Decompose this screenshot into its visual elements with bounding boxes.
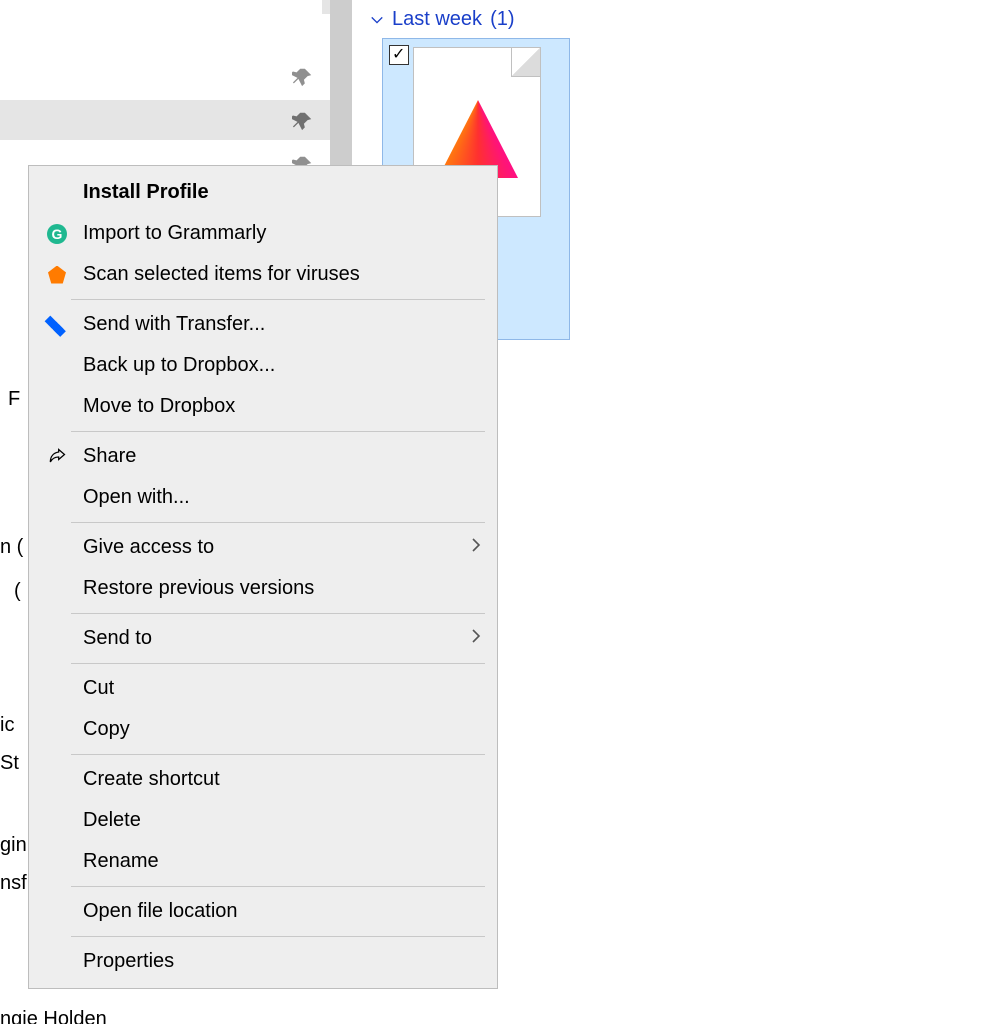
truncated-text: nsf: [0, 872, 27, 895]
menu-separator: [71, 613, 485, 614]
chevron-right-icon: [471, 627, 481, 650]
avast-icon: [43, 263, 71, 287]
blank-icon: [43, 577, 71, 601]
menu-scan-viruses[interactable]: Scan selected items for viruses: [31, 254, 495, 295]
pin-icon: [292, 66, 314, 88]
menu-label: Send with Transfer...: [83, 313, 481, 336]
menu-open-with[interactable]: Open with...: [31, 477, 495, 518]
menu-separator: [71, 936, 485, 937]
menu-send-to[interactable]: Send to: [31, 618, 495, 659]
truncated-text: n (: [0, 536, 23, 559]
menu-label: Share: [83, 445, 481, 468]
menu-label: Install Profile: [83, 181, 481, 204]
grammarly-icon: G: [43, 222, 71, 246]
menu-label: Import to Grammarly: [83, 222, 481, 245]
menu-label: Back up to Dropbox...: [83, 354, 481, 377]
group-header-label: Last week: [392, 8, 482, 31]
menu-share[interactable]: Share: [31, 436, 495, 477]
group-header-count: (1): [490, 8, 514, 31]
menu-separator: [71, 522, 485, 523]
blank-icon: [43, 900, 71, 924]
dropbox-icon: [43, 313, 71, 337]
menu-install-profile[interactable]: Install Profile: [31, 172, 495, 213]
menu-create-shortcut[interactable]: Create shortcut: [31, 759, 495, 800]
menu-label: Open file location: [83, 900, 481, 923]
menu-backup-dropbox[interactable]: Back up to Dropbox...: [31, 345, 495, 386]
nav-row-selected[interactable]: [0, 100, 330, 140]
menu-cut[interactable]: Cut: [31, 668, 495, 709]
menu-separator: [71, 886, 485, 887]
menu-label: Create shortcut: [83, 768, 481, 791]
menu-label: Copy: [83, 718, 481, 741]
context-menu: Install Profile G Import to Grammarly Sc…: [28, 165, 498, 989]
blank-icon: [43, 718, 71, 742]
blank-icon: [43, 395, 71, 419]
menu-delete[interactable]: Delete: [31, 800, 495, 841]
truncated-text: ic: [0, 714, 14, 737]
menu-label: Rename: [83, 850, 481, 873]
menu-properties[interactable]: Properties: [31, 941, 495, 982]
truncated-text: St: [0, 752, 19, 775]
chevron-right-icon: [471, 536, 481, 559]
menu-send-transfer[interactable]: Send with Transfer...: [31, 304, 495, 345]
menu-separator: [71, 663, 485, 664]
menu-import-grammarly[interactable]: G Import to Grammarly: [31, 213, 495, 254]
blank-icon: [43, 181, 71, 205]
menu-label: Send to: [83, 627, 471, 650]
blank-icon: [43, 768, 71, 792]
menu-label: Scan selected items for viruses: [83, 263, 481, 286]
menu-label: Cut: [83, 677, 481, 700]
menu-open-file-location[interactable]: Open file location: [31, 891, 495, 932]
menu-label: Delete: [83, 809, 481, 832]
blank-icon: [43, 850, 71, 874]
menu-rename[interactable]: Rename: [31, 841, 495, 882]
blank-icon: [43, 809, 71, 833]
menu-copy[interactable]: Copy: [31, 709, 495, 750]
truncated-text: F: [8, 388, 20, 411]
truncated-text: ngie Holden: [0, 1008, 107, 1024]
blank-icon: [43, 677, 71, 701]
truncated-text: (: [14, 580, 21, 603]
menu-separator: [71, 299, 485, 300]
menu-label: Give access to: [83, 536, 471, 559]
menu-move-dropbox[interactable]: Move to Dropbox: [31, 386, 495, 427]
blank-icon: [43, 950, 71, 974]
share-icon: [43, 445, 71, 469]
pin-icon: [292, 110, 314, 132]
truncated-text: gin: [0, 834, 27, 857]
menu-separator: [71, 754, 485, 755]
group-header-last-week[interactable]: Last week (1): [370, 8, 515, 31]
menu-separator: [71, 431, 485, 432]
menu-label: Move to Dropbox: [83, 395, 481, 418]
page-fold-icon: [511, 48, 540, 77]
vertical-scrollbar[interactable]: [330, 0, 352, 170]
menu-label: Open with...: [83, 486, 481, 509]
file-checkbox-checked[interactable]: [389, 45, 409, 65]
blank-icon: [43, 627, 71, 651]
menu-label: Restore previous versions: [83, 577, 481, 600]
menu-restore-versions[interactable]: Restore previous versions: [31, 568, 495, 609]
menu-label: Properties: [83, 950, 481, 973]
blank-icon: [43, 486, 71, 510]
blank-icon: [43, 536, 71, 560]
chevron-down-icon: [370, 13, 384, 27]
blank-icon: [43, 354, 71, 378]
menu-give-access[interactable]: Give access to: [31, 527, 495, 568]
